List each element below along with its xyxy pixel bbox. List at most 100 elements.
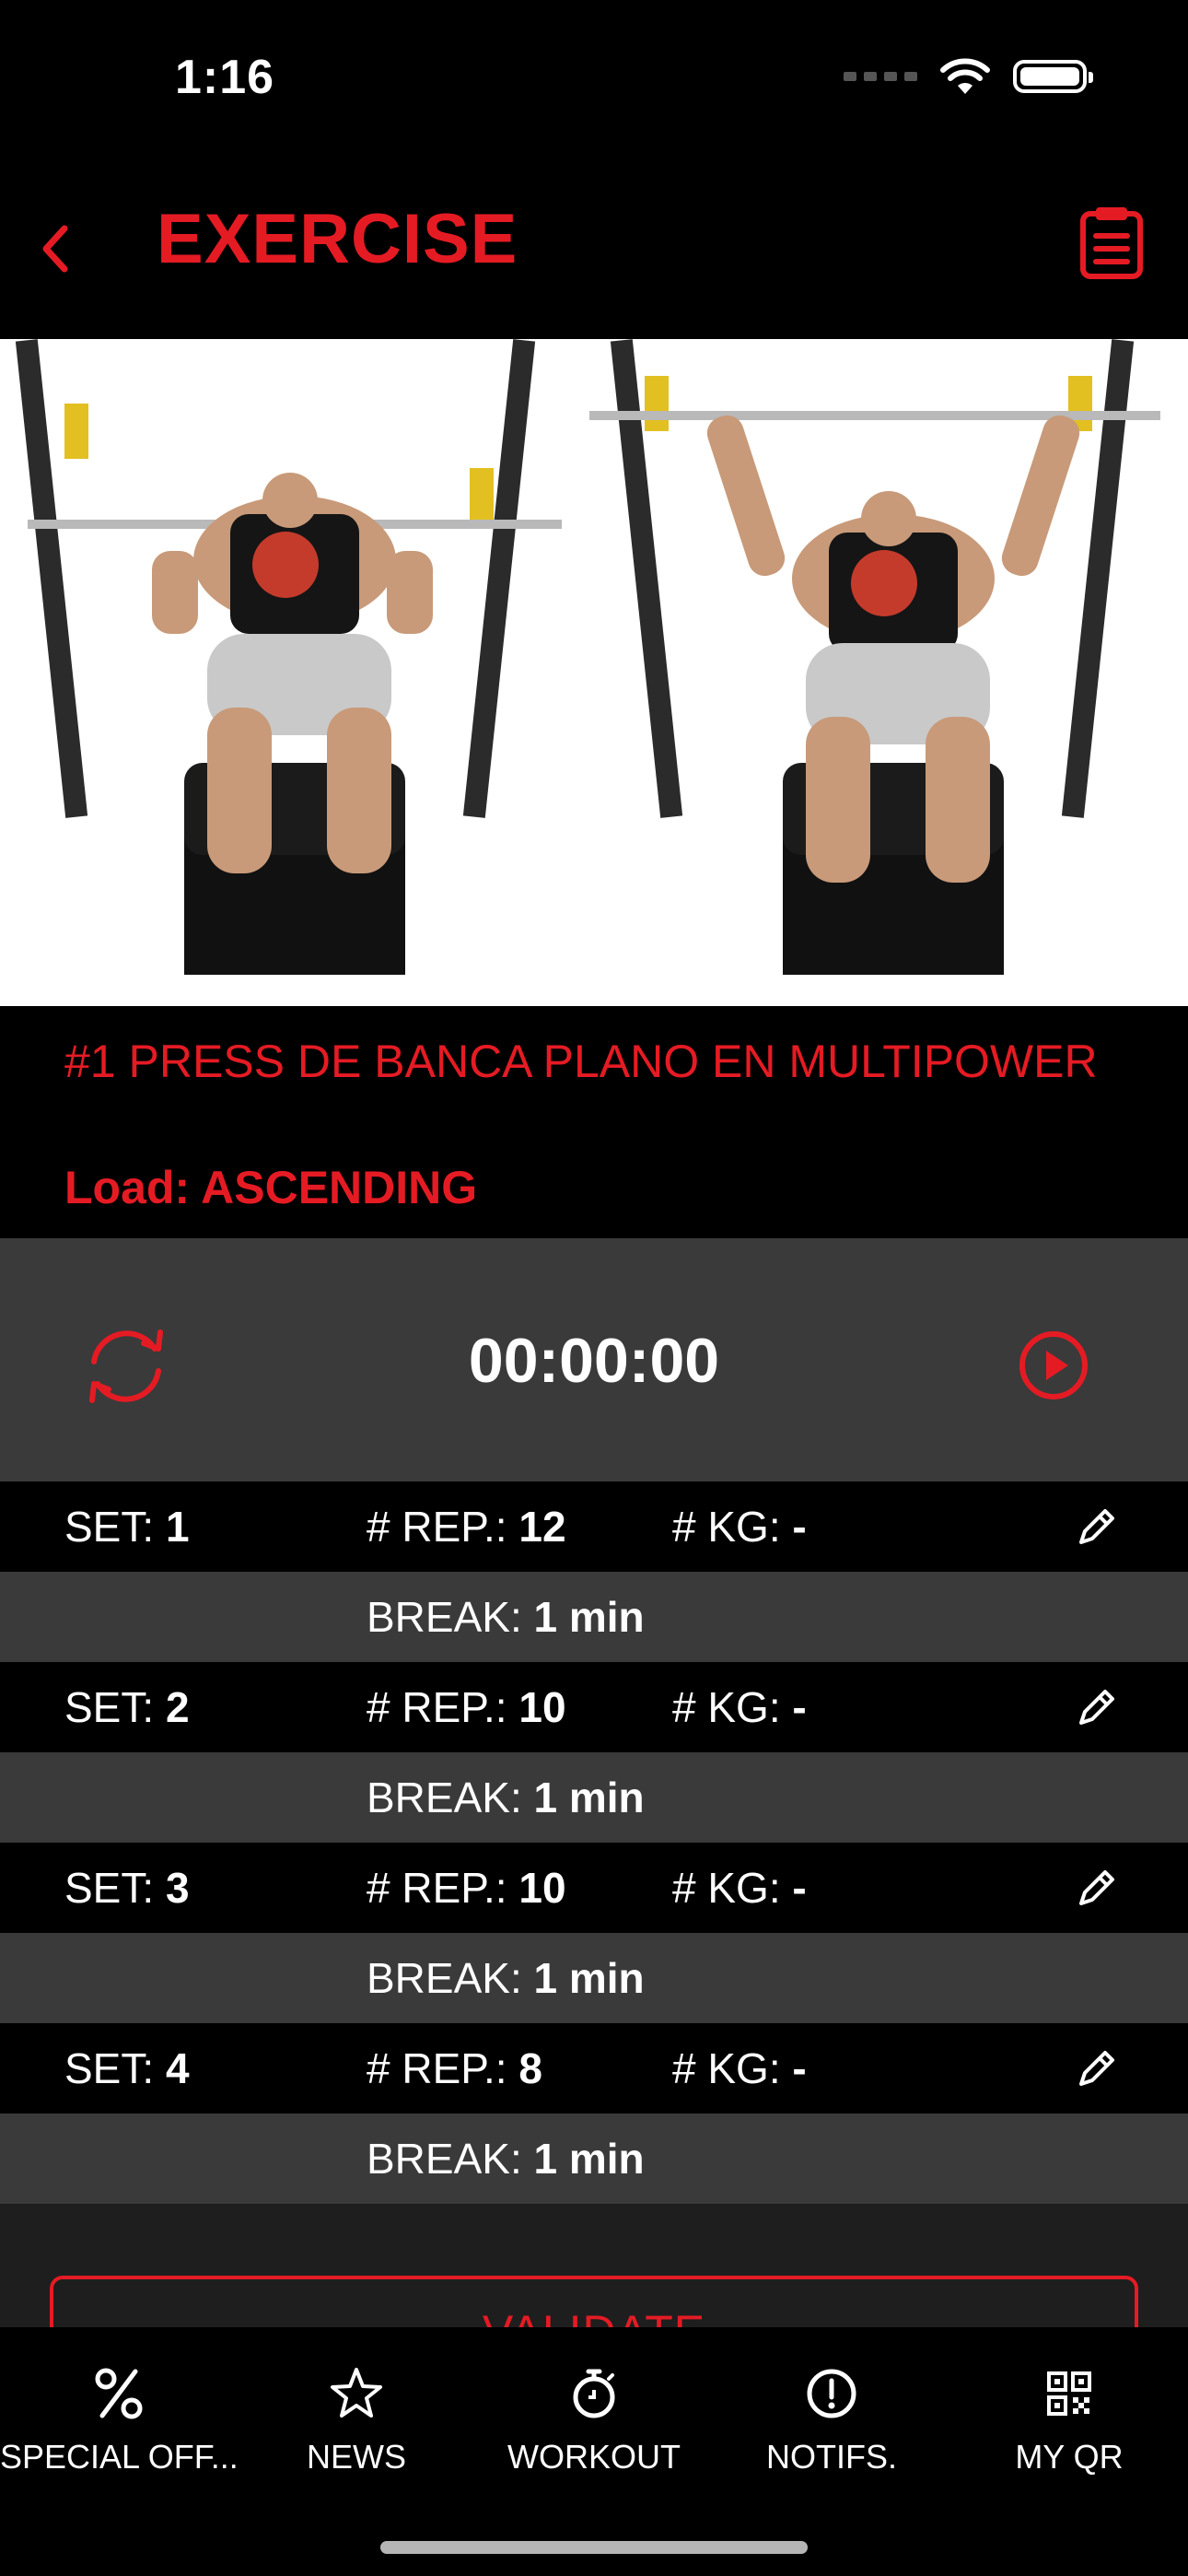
wifi-icon [940, 58, 990, 94]
load-value: ASCENDING [201, 1162, 478, 1213]
break-row: BREAK: 1 min [0, 1933, 1188, 2023]
home-indicator[interactable] [380, 2541, 808, 2554]
rep-label: # REP.: [367, 1503, 507, 1551]
break-time: BREAK: 1 min [367, 1933, 645, 2023]
rep-label: # REP.: [367, 1864, 507, 1912]
kg-label: # KG: [672, 1503, 781, 1551]
break-value: 1 min [533, 1954, 645, 2002]
set-number: SET: 1 [64, 1481, 190, 1572]
edit-set-button[interactable] [1074, 1684, 1120, 1730]
pencil-icon [1079, 1870, 1114, 1905]
set-value: 4 [165, 2044, 190, 2092]
exercise-load: Load: ASCENDING [64, 1161, 477, 1214]
sets-list: SET: 1 # REP.: 12 # KG: - BREAK: 1 min S… [0, 1481, 1188, 2204]
exercise-name: #1 PRESS DE BANCA PLANO EN MULTIPOWER [64, 1036, 1098, 1087]
break-time: BREAK: 1 min [367, 1572, 645, 1662]
tab-bar: SPECIAL OFF... NEWS WORKOUT NOTIFS. MY Q… [0, 2327, 1188, 2576]
qr-code-icon [1047, 2371, 1091, 2416]
set-kg: # KG: - [672, 1481, 807, 1572]
break-label: BREAK: [367, 1954, 522, 2002]
break-time: BREAK: 1 min [367, 2113, 645, 2204]
timer-panel: 00:00:00 [0, 1238, 1188, 1481]
set-row: SET: 1 # REP.: 12 # KG: - [0, 1481, 1188, 1572]
set-label: SET: [64, 2044, 155, 2092]
break-value: 1 min [533, 1774, 645, 1821]
kg-value: - [792, 1503, 807, 1551]
status-icons [844, 57, 1093, 96]
pencil-icon [1079, 1690, 1114, 1725]
pencil-icon [1079, 2051, 1114, 2086]
page-title: EXERCISE [157, 200, 518, 278]
set-number: SET: 3 [64, 1843, 190, 1933]
set-value: 1 [165, 1503, 190, 1551]
tab-label: MY QR [1015, 2438, 1124, 2476]
set-reps: # REP.: 8 [367, 2023, 542, 2113]
battery-icon [1013, 60, 1093, 93]
rep-label: # REP.: [367, 2044, 507, 2092]
break-label: BREAK: [367, 1774, 522, 1821]
set-row: SET: 3 # REP.: 10 # KG: - [0, 1843, 1188, 1933]
back-button[interactable] [37, 203, 92, 295]
break-time: BREAK: 1 min [367, 1752, 645, 1843]
tab-label: WORKOUT [507, 2438, 681, 2476]
edit-set-button[interactable] [1074, 2045, 1120, 2091]
kg-label: # KG: [672, 1683, 781, 1731]
set-number: SET: 4 [64, 2023, 190, 2113]
kg-value: - [792, 2044, 807, 2092]
status-bar: 1:16 [0, 0, 1188, 166]
tab-workout[interactable]: WORKOUT [475, 2346, 713, 2493]
break-row: BREAK: 1 min [0, 1572, 1188, 1662]
tab-label: SPECIAL OFF... [0, 2438, 238, 2476]
exercise-image [0, 339, 1188, 1006]
set-kg: # KG: - [672, 1662, 807, 1752]
set-number: SET: 2 [64, 1662, 190, 1752]
app-header: EXERCISE [0, 166, 1188, 339]
rep-value: 10 [518, 1683, 566, 1731]
set-reps: # REP.: 10 [367, 1662, 566, 1752]
tab-notifications[interactable]: NOTIFS. [713, 2346, 950, 2493]
break-row: BREAK: 1 min [0, 1752, 1188, 1843]
percent-icon [95, 2368, 143, 2419]
set-reps: # REP.: 10 [367, 1843, 566, 1933]
tab-my-qr[interactable]: MY QR [950, 2346, 1188, 2493]
break-label: BREAK: [367, 2135, 522, 2183]
load-label: Load: [64, 1162, 191, 1213]
set-value: 3 [165, 1864, 190, 1912]
rep-value: 10 [518, 1864, 566, 1912]
rep-value: 8 [518, 2044, 542, 2092]
kg-value: - [792, 1864, 807, 1912]
break-label: BREAK: [367, 1593, 522, 1641]
kg-value: - [792, 1683, 807, 1731]
signal-icon [844, 72, 917, 81]
play-timer-button[interactable] [1007, 1319, 1100, 1411]
break-row: BREAK: 1 min [0, 2113, 1188, 2204]
set-label: SET: [64, 1864, 155, 1912]
edit-set-button[interactable] [1074, 1504, 1120, 1550]
tab-label: NOTIFS. [766, 2438, 897, 2476]
bench-press-illustration [15, 339, 1160, 975]
set-kg: # KG: - [672, 1843, 807, 1933]
rep-value: 12 [518, 1503, 566, 1551]
kg-label: # KG: [672, 1864, 781, 1912]
set-kg: # KG: - [672, 2023, 807, 2113]
alert-circle-icon [807, 2369, 856, 2418]
set-label: SET: [64, 1503, 155, 1551]
star-icon [331, 2368, 382, 2418]
set-label: SET: [64, 1683, 155, 1731]
exercise-info: #1 PRESS DE BANCA PLANO EN MULTIPOWER Lo… [0, 1006, 1188, 1238]
chevron-left-icon [42, 225, 68, 273]
tab-news[interactable]: NEWS [238, 2346, 475, 2493]
pencil-icon [1079, 1509, 1114, 1544]
set-row: SET: 2 # REP.: 10 # KG: - [0, 1662, 1188, 1752]
tab-label: NEWS [307, 2438, 406, 2476]
clipboard-icon [1080, 207, 1143, 279]
set-row: SET: 4 # REP.: 8 # KG: - [0, 2023, 1188, 2113]
rep-label: # REP.: [367, 1683, 507, 1731]
set-value: 2 [165, 1683, 190, 1731]
break-value: 1 min [533, 1593, 645, 1641]
set-reps: # REP.: 12 [367, 1481, 566, 1572]
notes-button[interactable] [1077, 205, 1151, 282]
stopwatch-icon [573, 2369, 615, 2418]
tab-special-offers[interactable]: SPECIAL OFF... [0, 2346, 238, 2493]
edit-set-button[interactable] [1074, 1865, 1120, 1911]
